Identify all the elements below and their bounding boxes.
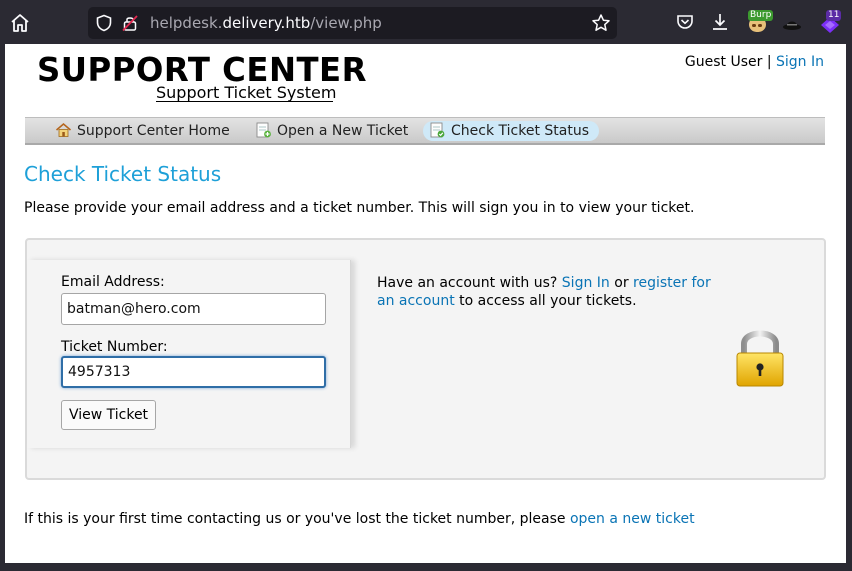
url-domain: delivery.htb — [222, 14, 311, 32]
intro-text: Please provide your email address and a … — [24, 200, 695, 216]
nav-open-ticket[interactable]: Open a New Ticket — [249, 121, 418, 141]
ticket-number-label: Ticket Number: — [61, 339, 168, 355]
url-path: /view.php — [310, 14, 382, 32]
nav-label: Open a New Ticket — [277, 123, 409, 139]
separator: | — [766, 54, 772, 70]
new-ticket-icon — [256, 122, 271, 138]
account-prefix: Have an account with us? — [377, 275, 558, 291]
extension-badge: 11 — [826, 10, 842, 21]
burp-badge: Burp — [748, 10, 774, 21]
home-icon[interactable] — [8, 11, 32, 35]
padlock-icon — [736, 330, 784, 387]
email-label: Email Address: — [61, 274, 165, 290]
page-content: SUPPORT CENTER Support Ticket System Gue… — [5, 44, 846, 563]
logo-underline — [156, 101, 333, 102]
sign-in-link[interactable]: Sign In — [562, 275, 610, 291]
check-ticket-icon — [430, 122, 445, 138]
spy-hat-icon[interactable] — [781, 13, 803, 35]
shield-icon[interactable] — [95, 14, 113, 32]
ticket-number-field[interactable] — [61, 356, 326, 388]
lookup-form: Email Address: Ticket Number: View Ticke… — [27, 260, 351, 448]
url-prefix: helpdesk. — [150, 14, 223, 32]
burp-extension-icon[interactable]: Burp — [746, 10, 774, 34]
pocket-icon[interactable] — [674, 11, 696, 33]
nav-support-home[interactable]: Support Center Home — [49, 121, 240, 141]
guest-user-label: Guest User — [684, 54, 763, 70]
user-area: Guest User | Sign In — [685, 54, 824, 70]
nav-bar: Support Center Home Open a New Ticket Ch… — [25, 117, 825, 145]
open-new-ticket-link[interactable]: open a new ticket — [570, 511, 695, 527]
account-or: or — [614, 275, 629, 291]
nav-check-status[interactable]: Check Ticket Status — [423, 121, 599, 141]
insecure-lock-icon[interactable] — [121, 14, 139, 32]
view-ticket-button[interactable]: View Ticket — [61, 400, 156, 430]
address-bar[interactable]: helpdesk.delivery.htb/view.php — [88, 7, 617, 39]
logo-subtitle: Support Ticket System — [156, 83, 337, 102]
nav-label: Support Center Home — [77, 123, 230, 139]
page-title: Check Ticket Status — [24, 162, 222, 186]
sign-in-link[interactable]: Sign In — [776, 54, 824, 70]
footer-message: If this is your first time contacting us… — [24, 511, 566, 527]
bookmark-star-icon[interactable] — [591, 13, 611, 33]
download-icon[interactable] — [709, 11, 731, 33]
extension-icon[interactable]: 11 — [818, 10, 842, 35]
account-info: Have an account with us? Sign In or regi… — [377, 274, 722, 310]
email-field[interactable] — [61, 293, 326, 325]
home-icon — [55, 122, 72, 137]
account-suffix: to access all your tickets. — [459, 293, 637, 309]
check-status-panel: Email Address: Ticket Number: View Ticke… — [25, 238, 826, 480]
browser-toolbar: helpdesk.delivery.htb/view.php Burp 11 — [0, 0, 852, 44]
url-text[interactable]: helpdesk.delivery.htb/view.php — [150, 14, 382, 32]
footer-text: If this is your first time contacting us… — [24, 511, 695, 527]
nav-label: Check Ticket Status — [451, 123, 589, 139]
